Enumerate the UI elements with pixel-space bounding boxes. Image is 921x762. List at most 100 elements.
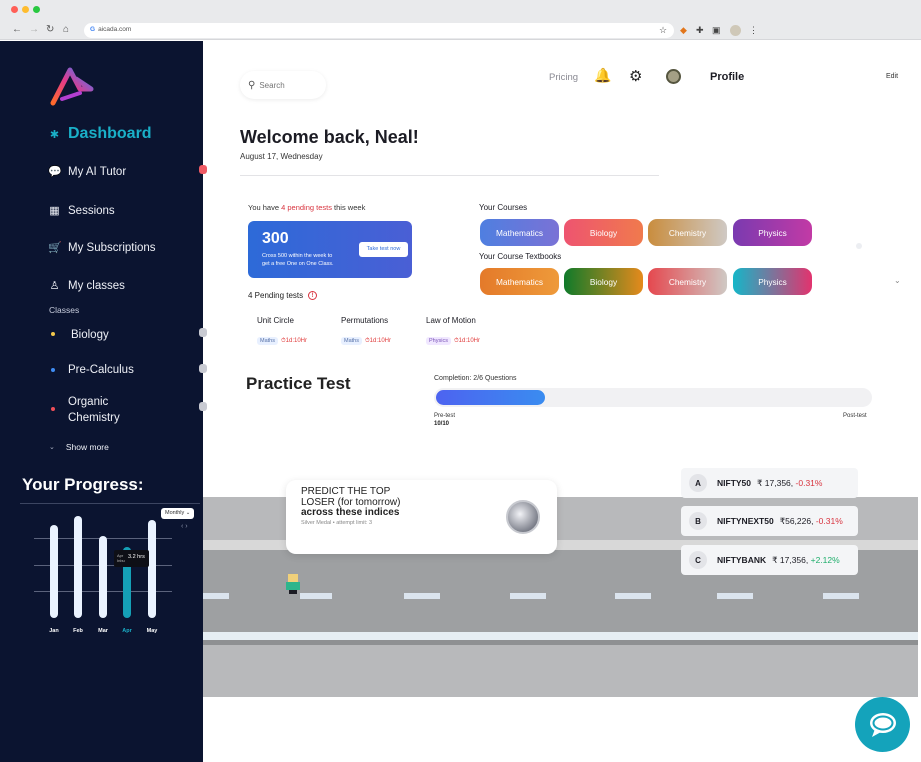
completion-label: Completion: (434, 375, 474, 382)
url-text: aicada.com (98, 26, 132, 33)
prediction-prompt: PREDICT THE TOP LOSER (for tomorrow) acr… (301, 486, 400, 519)
pricing-link[interactable]: Pricing (549, 72, 578, 83)
textbook-chemistry[interactable]: Chemistry (648, 268, 727, 295)
course-biology[interactable]: Biology (564, 219, 643, 246)
address-bar[interactable]: Gaicada.com (84, 23, 674, 38)
completion-value: 2/6 Questions (473, 375, 517, 382)
completion-text: Completion: 2/6 Questions (434, 375, 517, 382)
progress-track (434, 388, 872, 407)
chart-tick-label: May (146, 628, 158, 634)
score-description: Cross 500 within the week to get a free … (262, 252, 334, 268)
pending-test-item[interactable]: Permutations Maths ⏱1d:10Hr (341, 316, 391, 347)
prompt-line: across these indices (301, 507, 400, 518)
prediction-card[interactable]: PREDICT THE TOP LOSER (for tomorrow) acr… (286, 480, 557, 554)
lane-mark (404, 593, 440, 599)
course-physics[interactable]: Physics (733, 219, 812, 246)
player-character (286, 574, 300, 594)
stock-option-a[interactable]: A NIFTY50 ₹ 17,356, -0.31% (681, 468, 858, 498)
avatar[interactable] (666, 69, 681, 84)
practice-title: Practice Test (246, 374, 351, 393)
lane-mark (203, 593, 229, 599)
search-icon: ⚲ (248, 79, 256, 91)
subject-tag: Maths (341, 337, 362, 345)
profile-link[interactable]: Profile (710, 71, 744, 83)
search-input[interactable] (259, 80, 320, 90)
score-card: 300 Cross 500 within the week to get a f… (248, 221, 412, 278)
textbook-physics[interactable]: Physics (733, 268, 812, 295)
back-icon[interactable]: ← (12, 24, 22, 36)
course-chemistry[interactable]: Chemistry (648, 219, 727, 246)
textbooks-heading: Your Course Textbooks (479, 252, 562, 261)
browser-profile-avatar[interactable] (730, 25, 741, 36)
reload-icon[interactable]: ↻ (46, 24, 54, 36)
carousel-dot[interactable] (856, 243, 862, 249)
bookmark-star-icon[interactable]: ☆ (659, 24, 667, 36)
character-body (286, 582, 300, 590)
chart-bar-mar[interactable] (99, 535, 107, 618)
textbook-biology[interactable]: Biology (564, 268, 643, 295)
pending-test-item[interactable]: Unit Circle Maths ⏱1d:10Hr (257, 316, 307, 347)
pending-test-item[interactable]: Law of Motion Physics ⏱1d:10Hr (426, 316, 480, 347)
chart-tick-label: Feb (73, 628, 83, 634)
maximize-window-dot[interactable] (33, 6, 40, 13)
stock-option-b[interactable]: B NIFTYNEXT50 ₹56,226, -0.31% (681, 506, 858, 536)
pending-text: this week (331, 203, 366, 212)
fox-extension-icon[interactable]: ◆ (680, 24, 687, 36)
pending-text: You have (248, 203, 282, 212)
subject-tag: Maths (257, 337, 278, 345)
textbook-mathematics[interactable]: Mathematics (480, 268, 559, 295)
settings-gear-icon[interactable]: ⚙ (629, 67, 642, 85)
pending-summary: You have 4 pending tests this week (248, 203, 365, 212)
browser-menu-icon[interactable]: ⋮ (749, 24, 758, 36)
timer: ⏱1d:10Hr (280, 338, 308, 344)
date-text: August 17, Wednesday (240, 152, 323, 161)
score-desc-line: get a free One on One Class. (262, 261, 334, 267)
chat-fab[interactable] (855, 697, 910, 752)
edit-link[interactable]: Edit (886, 73, 898, 80)
take-test-button[interactable]: Take test now (359, 242, 408, 257)
forward-icon[interactable]: → (29, 24, 39, 36)
lane-mark (717, 593, 753, 599)
home-icon[interactable]: ⌂ (63, 24, 69, 36)
test-title: Law of Motion (426, 316, 476, 325)
lane-mark (823, 593, 859, 599)
sidebar: ✱ Dashboard 💬 My AI Tutor ▦ Sessions 🛒 M… (0, 41, 207, 762)
chart-tick-label: Apr (122, 628, 132, 634)
chart-bar-feb[interactable] (74, 516, 82, 618)
close-window-dot[interactable] (11, 6, 18, 13)
index-change: -0.31% (815, 516, 843, 526)
pending-count-label: 4 Pending tests (248, 291, 304, 300)
index-name: NIFTY50 (717, 478, 752, 488)
option-letter: A (689, 474, 707, 492)
sidepanel-icon[interactable]: ▣ (712, 24, 721, 36)
timer: ⏱1d:10Hr (364, 338, 392, 344)
index-change: -0.31% (795, 478, 823, 488)
index-name: NIFTYNEXT50 (717, 516, 774, 526)
browser-chrome: ← → ↻ ⌂ Gaicada.com ☆ ◆ ✚ ▣ ⋮ (0, 0, 921, 40)
pre-test-label: Pre-test (434, 413, 456, 419)
subject-tag: Physics (426, 337, 451, 345)
chart-bar-jan[interactable] (50, 524, 58, 618)
progress-fill (436, 390, 545, 405)
chat-bubble-icon (869, 712, 896, 737)
score-desc-line: Cross 500 within the week to (262, 253, 333, 259)
test-title: Unit Circle (257, 316, 294, 325)
tooltip-value: 3.2 hrs (128, 554, 145, 560)
notification-bell-icon[interactable]: 🔔 (594, 67, 611, 84)
info-icon[interactable]: ! (308, 291, 318, 300)
chart-bar-may[interactable] (148, 520, 156, 618)
index-price: ₹56,226, (779, 515, 814, 526)
chart-tick-label: Jan (49, 628, 59, 634)
course-mathematics[interactable]: Mathematics (480, 219, 559, 246)
pending-highlight: 4 pending tests (281, 203, 332, 212)
index-name: NIFTYBANK (717, 555, 767, 565)
prompt-line: PREDICT THE TOP (301, 486, 391, 497)
search-box[interactable]: ⚲ (240, 71, 326, 99)
timer: ⏱1d:10Hr (453, 338, 480, 344)
stock-option-c[interactable]: C NIFTYBANK ₹ 17,356, +2.12% (681, 545, 858, 575)
minimize-window-dot[interactable] (22, 6, 29, 13)
option-letter: B (689, 512, 707, 530)
extensions-puzzle-icon[interactable]: ✚ (696, 24, 704, 36)
chart-tick-label: Mar (98, 628, 108, 634)
chevron-down-icon[interactable]: ⌄ (894, 276, 901, 285)
